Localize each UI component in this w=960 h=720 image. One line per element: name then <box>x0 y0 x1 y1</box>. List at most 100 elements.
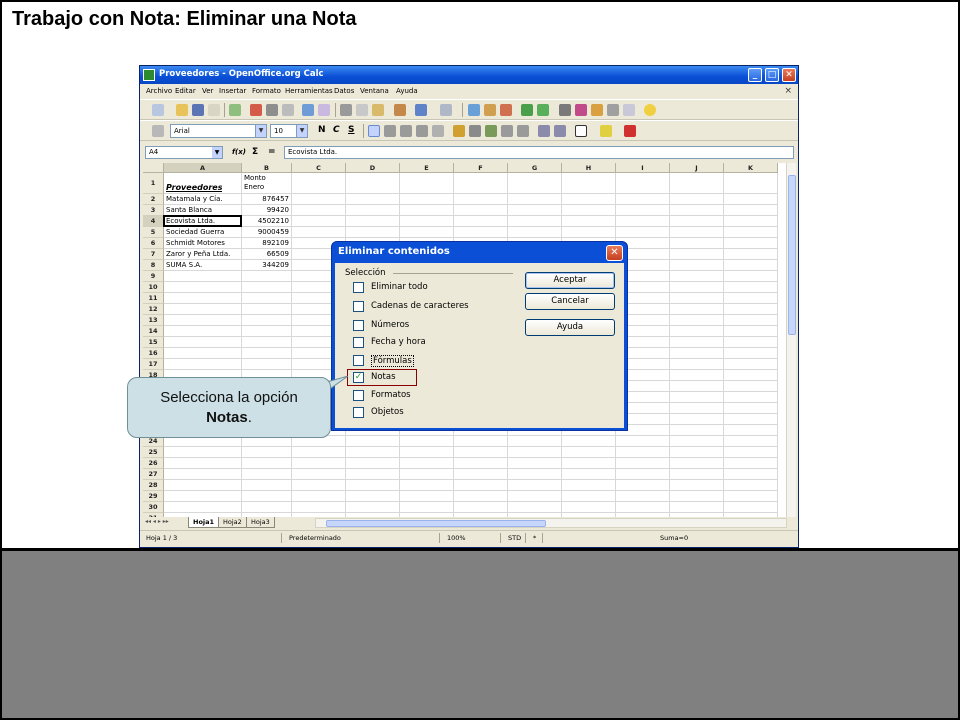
cell-a1[interactable]: Proveedores <box>166 183 222 192</box>
row-header-10[interactable]: 10 <box>143 282 164 293</box>
checkbox[interactable] <box>353 390 364 401</box>
open-folder-icon[interactable] <box>176 104 188 116</box>
row-header-12[interactable]: 12 <box>143 304 164 315</box>
sheet-tab-hoja3[interactable]: Hoja3 <box>246 517 275 528</box>
column-header-h[interactable]: H <box>562 163 616 173</box>
gallery-icon[interactable] <box>591 104 603 116</box>
horizontal-scrollbar[interactable] <box>315 518 787 528</box>
cancel-button[interactable]: Cancelar <box>525 293 615 310</box>
cell-name[interactable]: Zaror y Peña Ltda. <box>166 250 241 258</box>
column-header-j[interactable]: J <box>670 163 724 173</box>
menu-ver[interactable]: Ver <box>202 87 213 95</box>
cell-value[interactable]: 66509 <box>242 250 289 258</box>
cell-value[interactable]: 892109 <box>242 239 289 247</box>
vertical-scrollbar[interactable] <box>786 163 796 517</box>
cell-value[interactable]: 876457 <box>242 195 289 203</box>
copy-icon[interactable] <box>356 104 368 116</box>
checkbox[interactable] <box>353 282 364 293</box>
function-wizard-button[interactable]: f(x) <box>232 148 246 156</box>
print-icon[interactable] <box>266 104 278 116</box>
new-document-icon[interactable] <box>152 104 164 116</box>
row-header-7[interactable]: 7 <box>143 249 164 260</box>
percent-icon[interactable] <box>469 125 481 137</box>
chevron-down-icon[interactable]: ▼ <box>296 125 307 137</box>
cell-value[interactable]: 99420 <box>242 206 289 214</box>
datasources-icon[interactable] <box>607 104 619 116</box>
menu-insertar[interactable]: Insertar <box>219 87 246 95</box>
row-header-4[interactable]: 4 <box>143 216 164 227</box>
status-zoom[interactable]: 100% <box>443 533 501 543</box>
save-icon[interactable] <box>192 104 204 116</box>
cell-name[interactable]: Schmidt Motores <box>166 239 241 247</box>
menu-editar[interactable]: Editar <box>175 87 196 95</box>
font-size-combo[interactable]: 10 ▼ <box>270 124 308 138</box>
row-header-13[interactable]: 13 <box>143 315 164 326</box>
bold-button[interactable]: N <box>318 125 326 135</box>
sort-descending-icon[interactable] <box>500 104 512 116</box>
decrease-indent-icon[interactable] <box>538 125 550 137</box>
font-color-icon[interactable] <box>624 125 636 137</box>
undo-icon[interactable] <box>415 104 427 116</box>
redo-icon[interactable] <box>440 104 452 116</box>
hyperlink-icon[interactable] <box>468 104 480 116</box>
delete-decimal-icon[interactable] <box>517 125 529 137</box>
row-header-1[interactable]: 1 <box>143 173 164 194</box>
add-decimal-icon[interactable] <box>501 125 513 137</box>
maximize-button[interactable]: □ <box>765 68 779 82</box>
row-header-9[interactable]: 9 <box>143 271 164 282</box>
row-header-5[interactable]: 5 <box>143 227 164 238</box>
chart-icon[interactable] <box>521 104 533 116</box>
cell-name[interactable]: Sociedad Guerra <box>166 228 241 236</box>
cut-icon[interactable] <box>340 104 352 116</box>
row-header-30[interactable]: 30 <box>143 502 164 513</box>
align-right-icon[interactable] <box>400 125 412 137</box>
column-header-e[interactable]: E <box>400 163 454 173</box>
select-all-corner[interactable] <box>143 163 164 173</box>
column-header-f[interactable]: F <box>454 163 508 173</box>
align-center-icon[interactable] <box>384 125 396 137</box>
menu-ayuda[interactable]: Ayuda <box>396 87 418 95</box>
navigator-icon[interactable] <box>575 104 587 116</box>
row-header-16[interactable]: 16 <box>143 348 164 359</box>
edit-file-icon[interactable] <box>229 104 241 116</box>
email-icon[interactable] <box>208 104 220 116</box>
column-header-g[interactable]: G <box>508 163 562 173</box>
sum-button[interactable]: Σ <box>252 147 258 157</box>
row-header-11[interactable]: 11 <box>143 293 164 304</box>
column-header-c[interactable]: C <box>292 163 346 173</box>
chevron-down-icon[interactable]: ▼ <box>255 125 266 137</box>
help-icon[interactable] <box>644 104 656 116</box>
cell-name[interactable]: Matamala y Cía. <box>166 195 241 203</box>
sheet-tab-hoja1[interactable]: Hoja1 <box>188 517 220 528</box>
format-paintbrush-icon[interactable] <box>394 104 406 116</box>
page-preview-icon[interactable] <box>282 104 294 116</box>
find-replace-icon[interactable] <box>559 104 571 116</box>
checkbox[interactable] <box>353 337 364 348</box>
column-header-a[interactable]: A <box>164 163 242 173</box>
row-header-29[interactable]: 29 <box>143 491 164 502</box>
row-header-26[interactable]: 26 <box>143 458 164 469</box>
checkbox-checked[interactable]: ✓ <box>353 372 364 383</box>
checkbox[interactable] <box>353 320 364 331</box>
name-box[interactable]: A4 ▼ <box>145 146 223 159</box>
formula-input[interactable]: Ecovista Ltda. <box>284 146 794 159</box>
borders-icon[interactable] <box>575 125 587 137</box>
background-color-icon[interactable] <box>600 125 612 137</box>
increase-indent-icon[interactable] <box>554 125 566 137</box>
row-header-2[interactable]: 2 <box>143 194 164 205</box>
scroll-thumb[interactable] <box>326 520 546 527</box>
row-header-25[interactable]: 25 <box>143 447 164 458</box>
accept-button[interactable]: Aceptar <box>525 272 615 289</box>
cell-value[interactable]: 344209 <box>242 261 289 269</box>
autospell-icon[interactable] <box>318 104 330 116</box>
menu-formato[interactable]: Formato <box>252 87 281 95</box>
row-header-17[interactable]: 17 <box>143 359 164 370</box>
row-header-27[interactable]: 27 <box>143 469 164 480</box>
menu-datos[interactable]: Datos <box>334 87 354 95</box>
row-header-14[interactable]: 14 <box>143 326 164 337</box>
cell-value[interactable]: 4502210 <box>242 217 289 225</box>
close-document-icon[interactable]: × <box>784 86 792 96</box>
cell-b1-line[interactable]: Monto <box>244 174 266 182</box>
status-style[interactable]: Predeterminado <box>285 533 440 543</box>
chevron-down-icon[interactable]: ▼ <box>212 147 222 158</box>
